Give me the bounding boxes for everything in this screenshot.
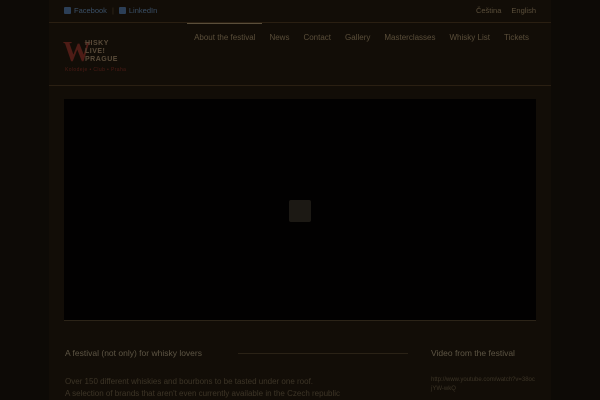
social-links: Facebook | LinkedIn [64, 6, 157, 15]
play-icon[interactable] [289, 200, 311, 222]
nav-tickets[interactable]: Tickets [497, 23, 536, 53]
heading-divider [238, 353, 408, 354]
nav-whisky-list[interactable]: Whisky List [443, 23, 497, 53]
language-czech[interactable]: Čeština [476, 6, 501, 15]
sidebar-heading: Video from the festival [431, 348, 515, 358]
site-header: W HISKY LIVE! PRAGUE Kolodeje • Club • P… [49, 22, 551, 86]
main-nav: About the festival News Contact Gallery … [187, 23, 536, 53]
nav-gallery[interactable]: Gallery [338, 23, 377, 53]
top-bar: Facebook | LinkedIn Čeština English [0, 0, 600, 22]
linkedin-icon[interactable] [118, 7, 126, 14]
nav-news[interactable]: News [262, 23, 296, 53]
youtube-link[interactable]: http://www.youtube.com/watch?v=38ocjYW-w… [431, 376, 535, 394]
main-heading: A festival (not only) for whisky lovers [65, 348, 202, 358]
logo-tagline: Kolodeje • Club • Praha [65, 67, 127, 73]
facebook-icon[interactable] [64, 7, 71, 14]
logo-line-1: HISKY [85, 40, 109, 47]
main-text-line-1: Over 150 different whiskies and bourbons… [65, 377, 314, 386]
logo-line-3: PRAGUE [85, 56, 118, 63]
nav-about-festival[interactable]: About the festival [187, 23, 263, 53]
language-english[interactable]: English [511, 6, 536, 15]
facebook-link[interactable]: Facebook [74, 6, 107, 15]
logo-line-2: LIVE! [85, 48, 106, 55]
nav-contact[interactable]: Contact [296, 23, 338, 53]
language-switcher: Čeština English [476, 6, 536, 15]
social-separator: | [111, 6, 114, 15]
main-text-line-2: A selection of brands that aren't even c… [65, 389, 341, 398]
whisky-live-logo[interactable]: W HISKY LIVE! PRAGUE Kolodeje • Club • P… [63, 38, 129, 74]
linkedin-link[interactable]: LinkedIn [129, 6, 157, 15]
nav-masterclasses[interactable]: Masterclasses [377, 23, 442, 53]
